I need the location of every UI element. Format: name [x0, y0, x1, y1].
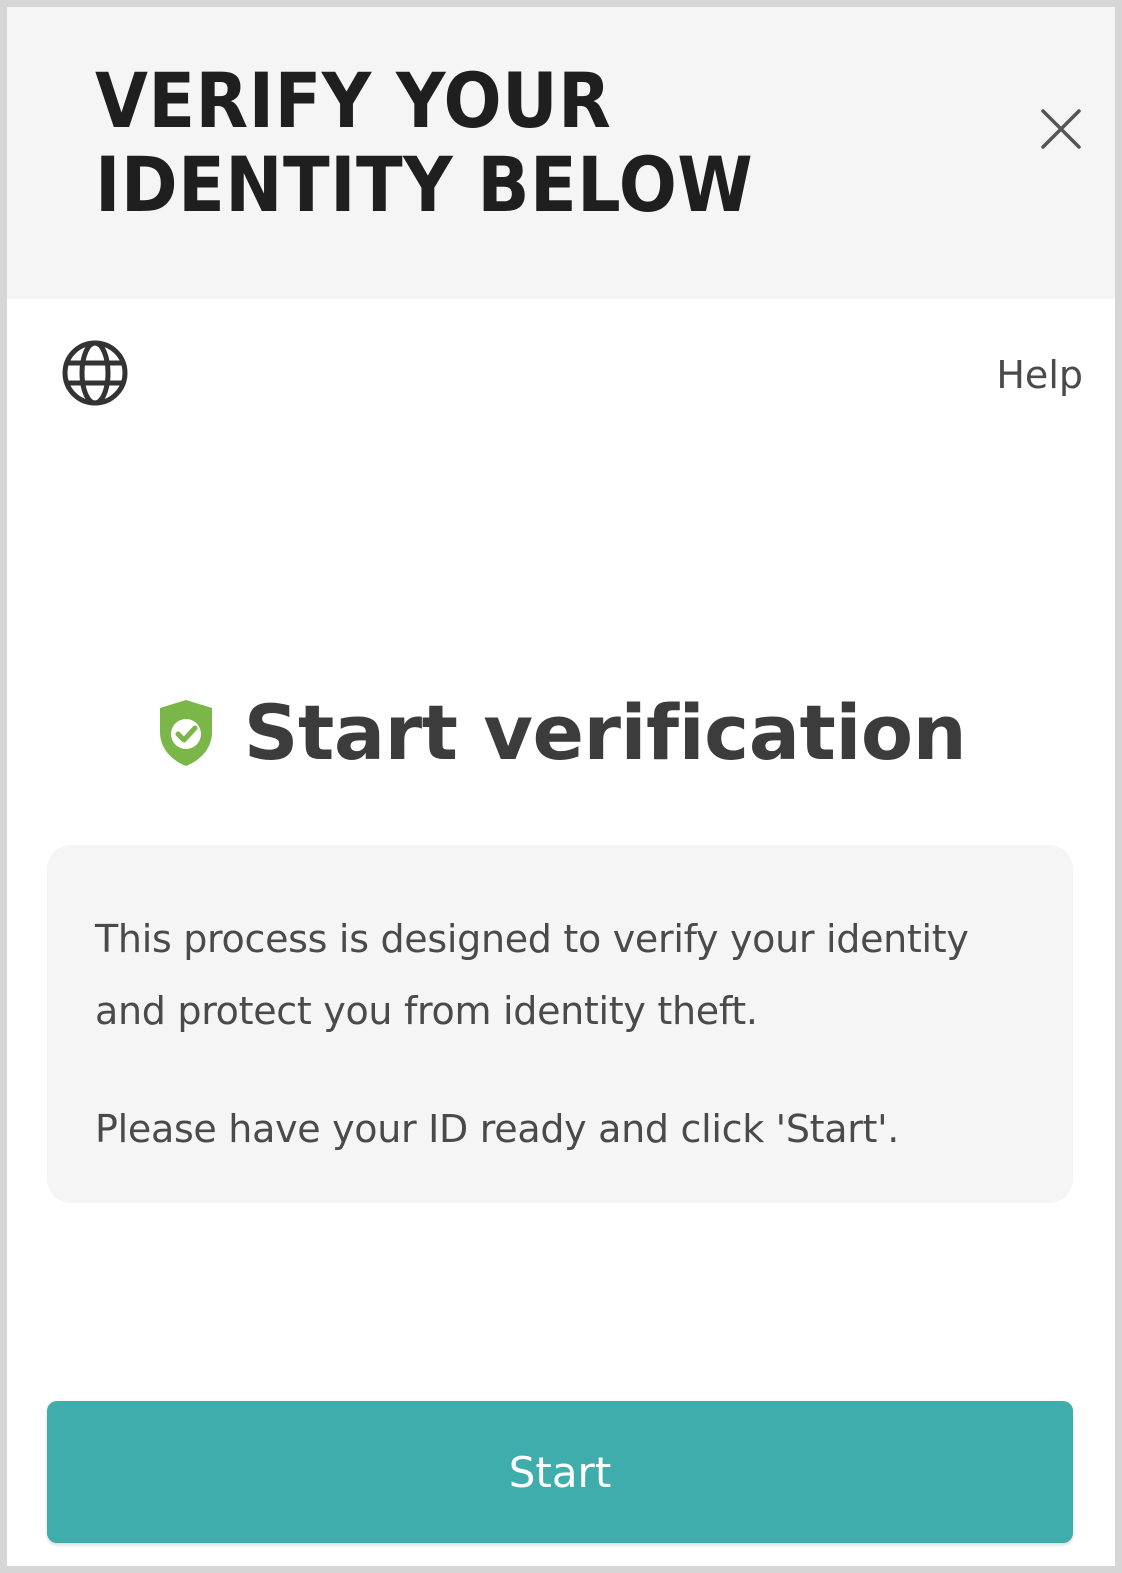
info-paragraph-purpose: This process is designed to verify your …: [95, 917, 969, 1033]
close-button[interactable]: [1037, 105, 1085, 153]
help-link[interactable]: Help: [996, 353, 1083, 397]
info-box: This process is designed to verify your …: [47, 845, 1073, 1203]
heading-row: Start verification: [7, 683, 1115, 783]
start-button[interactable]: Start: [47, 1401, 1073, 1543]
globe-icon: [62, 340, 128, 406]
dialog-title: VERIFY YOUR IDENTITY BELOW: [95, 56, 754, 229]
verification-dialog: VERIFY YOUR IDENTITY BELOW Help Start ve…: [0, 0, 1122, 1573]
language-button[interactable]: [61, 339, 129, 407]
shield-check-icon: [159, 700, 212, 766]
info-paragraph-instructions: Please have your ID ready and click 'Sta…: [95, 1107, 900, 1151]
close-icon: [1041, 109, 1081, 149]
page-heading: Start verification: [243, 688, 967, 777]
dialog-header: VERIFY YOUR IDENTITY BELOW: [7, 7, 1115, 299]
